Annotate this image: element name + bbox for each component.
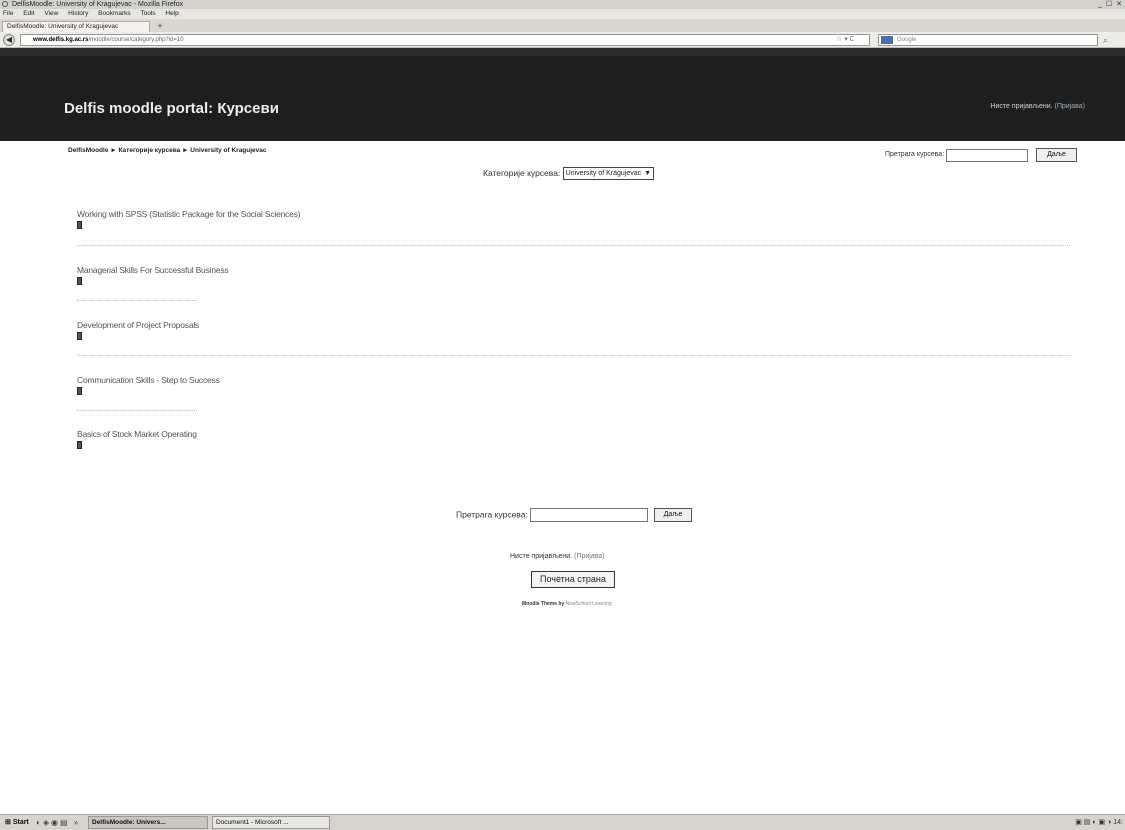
- taskbar-item-word[interactable]: Document1 - Microsoft ...: [212, 816, 330, 829]
- quick-launch-icons[interactable]: ◐◈◉▤ »: [36, 816, 80, 829]
- divider: [77, 355, 1070, 356]
- menu-help[interactable]: Help: [165, 10, 178, 17]
- course-search-label: Претрага курсева:: [885, 150, 945, 158]
- taskbar-item-firefox[interactable]: DelfisMoodle: Univers...: [88, 816, 208, 829]
- window-titlebar: DelfisMoodle: University of Kragujevac -…: [0, 0, 1125, 9]
- footer-login-link[interactable]: (Пријава): [574, 553, 604, 560]
- category-selected: University of Kragujevac: [565, 170, 642, 177]
- category-selector: Категорије курсева: University of Kraguj…: [483, 167, 655, 180]
- list-item: Working with SPSS (Statistic Package for…: [77, 209, 301, 229]
- theme-credit-link[interactable]: NewSchool Learning: [566, 601, 612, 607]
- footer-login-info: Нисте пријављени. (Пријава): [510, 553, 605, 560]
- browser-search-input[interactable]: Google: [878, 34, 1098, 46]
- category-select[interactable]: University of Kragujevac ▼: [562, 167, 655, 180]
- bookmark-star-icon[interactable]: ☆ ▾ C: [836, 34, 855, 46]
- course-search-input[interactable]: [530, 508, 649, 522]
- course-link[interactable]: Managerial Skills For Successful Busines…: [77, 265, 229, 275]
- start-label: Start: [12, 819, 29, 826]
- list-item: Managerial Skills For Successful Busines…: [77, 265, 229, 285]
- divider: [77, 300, 197, 301]
- breadcrumb[interactable]: DelfisMoodle ► Категорије курсева ► Univ…: [68, 147, 267, 154]
- course-search-button[interactable]: Даље: [653, 508, 693, 522]
- search-go-icon[interactable]: ⌕: [1103, 34, 1108, 46]
- course-search-button[interactable]: Даље: [1036, 148, 1077, 162]
- category-label: Категорије курсева:: [483, 167, 561, 178]
- info-icon[interactable]: [77, 441, 82, 449]
- tab-strip: DelfisMoodle: University of Kragujevac +: [0, 19, 1125, 32]
- list-item: Development of Project Proposals: [77, 320, 199, 340]
- menu-history[interactable]: History: [68, 10, 88, 17]
- clock: 14:: [1113, 819, 1123, 826]
- google-icon: [881, 36, 893, 44]
- course-link[interactable]: Basics of Stock Market Operating: [77, 429, 197, 439]
- menu-tools[interactable]: Tools: [140, 10, 155, 17]
- url-host: www.delfis.kg.ac.rs: [33, 37, 89, 43]
- course-search-bottom: Претрага курсева: Даље: [456, 508, 693, 522]
- new-tab-button[interactable]: +: [154, 22, 166, 32]
- course-search-input[interactable]: [946, 148, 1029, 162]
- divider: [77, 245, 1070, 246]
- info-icon[interactable]: [77, 221, 82, 229]
- home-button[interactable]: Почетна страна: [531, 571, 615, 588]
- course-link[interactable]: Communication Skills - Step to Success: [77, 375, 220, 385]
- theme-credit-prefix: Moodle Theme by: [522, 601, 565, 607]
- menu-file[interactable]: File: [3, 10, 13, 17]
- taskbar: ⊞ Start ◐◈◉▤ » DelfisMoodle: Univers... …: [0, 814, 1125, 830]
- chevron-down-icon: ▼: [644, 170, 652, 177]
- window-title: DelfisMoodle: University of Kragujevac -…: [11, 1, 184, 8]
- portal-header: Delfis moodle portal: Курсеви Нисте приј…: [0, 48, 1125, 141]
- theme-credit: Moodle Theme by NewSchool Learning: [522, 601, 612, 607]
- firefox-icon: [2, 1, 8, 7]
- info-icon[interactable]: [77, 332, 82, 340]
- info-icon[interactable]: [77, 387, 82, 395]
- start-button[interactable]: ⊞ Start: [2, 816, 32, 829]
- login-status: Нисте пријављени.: [990, 103, 1053, 110]
- screen: DelfisMoodle: University of Kragujevac -…: [0, 0, 1125, 830]
- course-link[interactable]: Working with SPSS (Statistic Package for…: [77, 209, 301, 219]
- menu-bookmarks[interactable]: Bookmarks: [98, 10, 131, 17]
- back-button[interactable]: ◀: [3, 34, 15, 46]
- course-search-label: Претрага курсева:: [456, 509, 528, 520]
- course-search-top: Претрага курсева: Даље: [885, 148, 1077, 162]
- search-placeholder: Google: [897, 37, 917, 43]
- menu-bar: File Edit View History Bookmarks Tools H…: [0, 9, 1125, 19]
- menu-edit[interactable]: Edit: [23, 10, 34, 17]
- address-bar[interactable]: www.delfis.kg.ac.rs/moodle/course/catego…: [20, 34, 870, 46]
- course-link[interactable]: Development of Project Proposals: [77, 320, 199, 330]
- page-title: Delfis moodle portal: Курсеви: [64, 100, 279, 117]
- list-item: Communication Skills - Step to Success: [77, 375, 220, 395]
- divider: [77, 410, 197, 411]
- info-icon[interactable]: [77, 277, 82, 285]
- window-controls[interactable]: _ ☐ ✕: [1098, 0, 1123, 9]
- login-link[interactable]: (Пријава): [1055, 103, 1085, 110]
- navigation-bar: ◀ www.delfis.kg.ac.rs/moodle/course/cate…: [0, 32, 1125, 48]
- url-path: /moodle/course/category.php?id=10: [88, 37, 184, 43]
- menu-view[interactable]: View: [44, 10, 58, 17]
- system-tray: ▣ ▤ ◐ ▣ ◑ 14:: [1075, 819, 1123, 826]
- tab-delfismoodle[interactable]: DelfisMoodle: University of Kragujevac: [2, 21, 150, 32]
- footer-login-status: Нисте пријављени.: [510, 553, 573, 560]
- list-item: Basics of Stock Market Operating: [77, 429, 197, 449]
- login-info: Нисте пријављени. (Пријава): [990, 103, 1085, 110]
